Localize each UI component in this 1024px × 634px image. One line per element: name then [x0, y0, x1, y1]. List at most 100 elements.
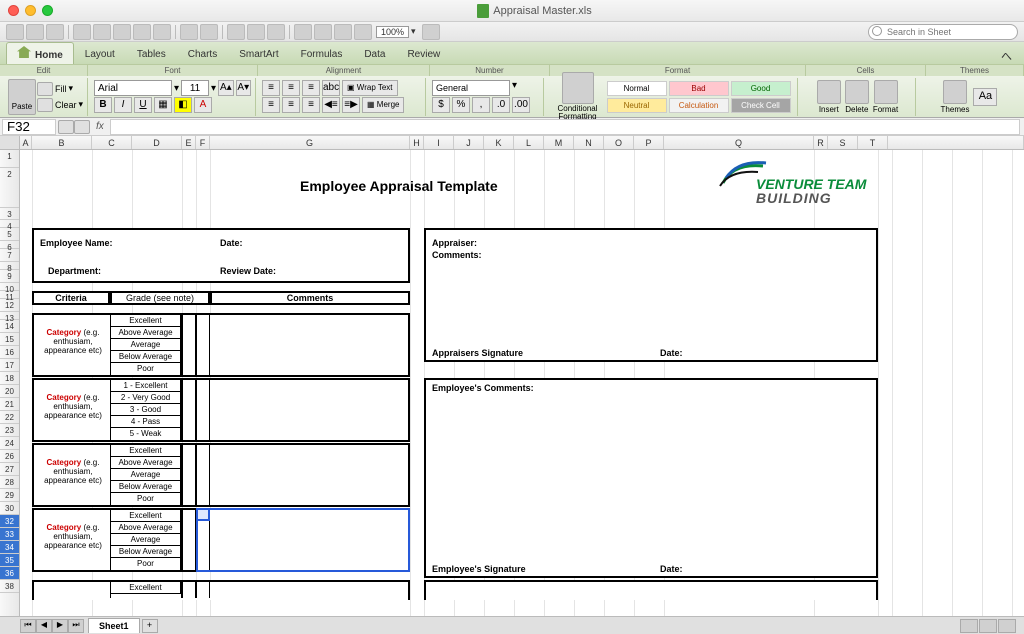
row-30[interactable]: 30: [0, 502, 19, 515]
col-K[interactable]: K: [484, 136, 514, 149]
col-F[interactable]: F: [196, 136, 210, 149]
row-22[interactable]: 22: [0, 411, 19, 424]
search-input[interactable]: [868, 24, 1018, 40]
row-26[interactable]: 26: [0, 450, 19, 463]
paste-button[interactable]: Paste: [8, 79, 36, 115]
row-6[interactable]: 6: [0, 241, 19, 249]
add-sheet-button[interactable]: +: [142, 619, 158, 633]
row-8[interactable]: 8: [0, 262, 19, 270]
indent-left-button[interactable]: ◀≡: [322, 97, 340, 113]
font-color-button[interactable]: A: [194, 97, 212, 113]
border-button[interactable]: ▦: [154, 97, 172, 113]
toolbox-icon[interactable]: [180, 24, 198, 40]
row-27[interactable]: 27: [0, 463, 19, 476]
cut-icon[interactable]: [93, 24, 111, 40]
col-Q[interactable]: Q: [664, 136, 814, 149]
font-size-input[interactable]: [181, 80, 209, 96]
row-4[interactable]: 4: [0, 220, 19, 228]
currency-button[interactable]: $: [432, 97, 450, 113]
theme-fonts-button[interactable]: Aa: [973, 88, 997, 106]
font-name-input[interactable]: [94, 80, 172, 96]
fx-label[interactable]: fx: [90, 121, 110, 132]
align-center-button[interactable]: ≡: [282, 97, 300, 113]
next-sheet-button[interactable]: ▶: [52, 619, 68, 633]
col-P[interactable]: P: [634, 136, 664, 149]
col-M[interactable]: M: [544, 136, 574, 149]
zoom-control[interactable]: 100%▾: [376, 26, 416, 38]
conditional-formatting-button[interactable]: [562, 72, 594, 104]
row-18[interactable]: 18: [0, 372, 19, 385]
row-28[interactable]: 28: [0, 476, 19, 489]
formula-input[interactable]: [110, 119, 1020, 135]
row-5[interactable]: 5: [0, 228, 19, 241]
row-10[interactable]: 10: [0, 283, 19, 291]
col-R[interactable]: R: [814, 136, 828, 149]
col-L[interactable]: L: [514, 136, 544, 149]
shapes-icon[interactable]: [354, 24, 372, 40]
zoom-window-button[interactable]: [42, 5, 53, 16]
col-extra[interactable]: [888, 136, 1024, 149]
increase-decimal-button[interactable]: .0: [492, 97, 510, 113]
close-window-button[interactable]: [8, 5, 19, 16]
style-neutral[interactable]: Neutral: [607, 98, 667, 113]
orientation-button[interactable]: abc: [322, 80, 340, 96]
print-icon[interactable]: [73, 24, 91, 40]
row-17[interactable]: 17: [0, 359, 19, 372]
clear-button[interactable]: [37, 98, 53, 112]
align-bottom-button[interactable]: ≡: [302, 80, 320, 96]
tab-formulas[interactable]: Formulas: [290, 45, 354, 64]
align-top-button[interactable]: ≡: [262, 80, 280, 96]
col-S[interactable]: S: [828, 136, 858, 149]
gallery-icon[interactable]: [200, 24, 218, 40]
collapse-ribbon-button[interactable]: へ: [995, 48, 1018, 64]
filter-icon[interactable]: [267, 24, 285, 40]
tab-review[interactable]: Review: [396, 45, 451, 64]
sum-icon[interactable]: [227, 24, 245, 40]
fill-color-button[interactable]: ◧: [174, 97, 192, 113]
row-35[interactable]: 35: [0, 554, 19, 567]
help-icon[interactable]: [422, 24, 440, 40]
row-21[interactable]: 21: [0, 398, 19, 411]
col-H[interactable]: H: [410, 136, 424, 149]
row-13[interactable]: 13: [0, 312, 19, 320]
row-14[interactable]: 14: [0, 320, 19, 333]
wrap-text-button[interactable]: ▣ Wrap Text: [342, 80, 398, 96]
sheet-tab-1[interactable]: Sheet1: [88, 618, 140, 633]
col-G[interactable]: G: [210, 136, 410, 149]
tab-tables[interactable]: Tables: [126, 45, 177, 64]
italic-button[interactable]: I: [114, 97, 132, 113]
enter-formula-button[interactable]: [74, 120, 90, 134]
shrink-font-button[interactable]: A▾: [236, 80, 251, 96]
row-12[interactable]: 12: [0, 299, 19, 312]
row-32[interactable]: 32: [0, 515, 19, 528]
col-A[interactable]: A: [20, 136, 32, 149]
format-painter-icon[interactable]: [153, 24, 171, 40]
textbox-icon[interactable]: [334, 24, 352, 40]
row-24[interactable]: 24: [0, 437, 19, 450]
tab-smartart[interactable]: SmartArt: [228, 45, 289, 64]
bold-button[interactable]: B: [94, 97, 112, 113]
style-bad[interactable]: Bad: [669, 81, 729, 96]
row-20[interactable]: 20: [0, 385, 19, 398]
row-23[interactable]: 23: [0, 424, 19, 437]
cells-grid[interactable]: Employee Appraisal Template VENTURE TEAM…: [20, 150, 1024, 616]
fill-button[interactable]: [37, 82, 53, 96]
col-C[interactable]: C: [92, 136, 132, 149]
comma-button[interactable]: ,: [472, 97, 490, 113]
paste-icon[interactable]: [133, 24, 151, 40]
redo-icon[interactable]: [46, 24, 64, 40]
col-D[interactable]: D: [132, 136, 182, 149]
row-9[interactable]: 9: [0, 270, 19, 283]
undo-icon[interactable]: [26, 24, 44, 40]
tab-home[interactable]: Home: [6, 42, 74, 64]
select-all-corner[interactable]: [0, 136, 20, 149]
delete-cells-button[interactable]: [845, 80, 869, 104]
row-15[interactable]: 15: [0, 333, 19, 346]
themes-button[interactable]: [943, 80, 967, 104]
col-J[interactable]: J: [454, 136, 484, 149]
col-N[interactable]: N: [574, 136, 604, 149]
prev-sheet-button[interactable]: ◀: [36, 619, 52, 633]
sort-icon[interactable]: [247, 24, 265, 40]
page-break-view-button[interactable]: [998, 619, 1016, 633]
format-cells-button[interactable]: [874, 80, 898, 104]
